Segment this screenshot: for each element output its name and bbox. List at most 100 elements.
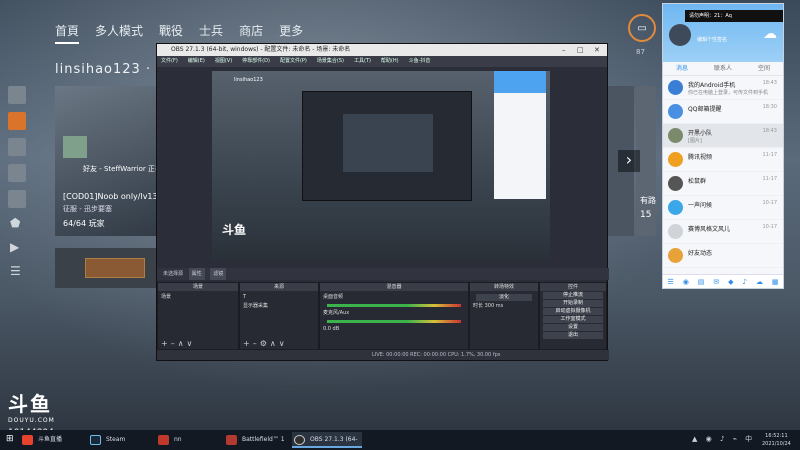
mic-audio-meter[interactable] [327, 320, 461, 323]
music-icon[interactable]: ♪ [743, 278, 747, 286]
list-item[interactable]: 一声问候 10-17 [663, 196, 783, 220]
studio-mode-button[interactable]: 工作室模式 [543, 316, 603, 323]
close-icon[interactable]: ✕ [594, 44, 600, 56]
start-icon[interactable]: ⊞ [6, 434, 14, 444]
taskbar-item-battlefield[interactable]: Battlefield™ 1 [224, 432, 290, 448]
scenes-dock-controls[interactable]: +–∧∨ [161, 339, 195, 348]
conversation-time: 11-17 [762, 176, 777, 182]
conversation-name: QQ邮箱提醒 [688, 106, 722, 113]
list-item[interactable]: 腾讯视频 11-17 [663, 148, 783, 172]
mail-icon[interactable]: ✉ [713, 278, 719, 286]
nav-store[interactable]: 商店 [239, 22, 263, 44]
carousel-next-icon[interactable]: › [618, 150, 640, 172]
scene-item[interactable]: 场景 [161, 293, 235, 302]
taskbar-item-obs[interactable]: OBS 27.1.3 (64-bit... [292, 432, 362, 448]
menu-tools[interactable]: 工具(T) [354, 56, 371, 67]
nav-more[interactable]: 更多 [279, 22, 303, 44]
menu-help[interactable]: 帮助(H) [381, 56, 399, 67]
ammo-icon[interactable]: ▭ [628, 14, 656, 42]
transitions-dock: 转场特效 淡化 时长 300 ms [469, 282, 539, 350]
contacts-icon[interactable]: ◉ [683, 278, 689, 286]
menu-file[interactable]: 文件(F) [161, 56, 178, 67]
conversation-name: 赛博风格文风儿 [688, 226, 731, 233]
sidebar-avatar-3[interactable] [8, 138, 26, 156]
qq-tooltip: 请勿声明：21：Aq [685, 10, 783, 22]
sidebar-avatar-2[interactable] [8, 112, 26, 130]
list-item[interactable]: 赛博风格文风儿 10-17 [663, 220, 783, 244]
menu-icon[interactable]: ☰ [667, 278, 673, 286]
server-players: 64/64 玩家 [63, 219, 105, 228]
qq-signature[interactable]: 编辑个性签名 [697, 36, 727, 43]
server-mode: 征服 - 迅步要塞 [63, 205, 112, 213]
game-icon[interactable]: ◆ [728, 278, 733, 286]
conversation-preview: 你已在电脑上登录，可传文件到手机 [688, 90, 769, 96]
sources-dock-controls[interactable]: +–⚙∧∨ [243, 339, 288, 348]
nav-soldier[interactable]: 士兵 [199, 22, 223, 44]
source-item-text[interactable]: T [243, 293, 315, 302]
duration-input[interactable]: 300 ms [485, 303, 504, 309]
list-item[interactable]: QQ邮箱提醒 18:30 [663, 100, 783, 124]
cloud-icon[interactable]: ☁ [756, 278, 763, 286]
taskbar-item-douyu[interactable]: 斗鱼直播 [20, 432, 86, 448]
start-recording-button[interactable]: 开始录制 [543, 300, 603, 307]
shield-icon[interactable]: ⬟ [10, 216, 26, 230]
app-icon[interactable]: ▦ [772, 278, 779, 286]
properties-button[interactable]: 属性 [188, 268, 205, 280]
transition-select[interactable]: 淡化 [476, 294, 532, 301]
menu-douyu[interactable]: 斗鱼-抖音 [409, 56, 431, 67]
exit-button[interactable]: 退出 [543, 332, 603, 339]
source-item-display[interactable]: 显示器采集 [243, 302, 315, 311]
list-item[interactable]: 开黑小队 [图片] 18:43 [663, 124, 783, 148]
obs-window[interactable]: OBS 27.1.3 (64-bit, windows) - 配置文件: 未命名… [156, 43, 609, 361]
list-item[interactable]: 松鼠群 11-17 [663, 172, 783, 196]
list-item[interactable]: 好友动态 [663, 244, 783, 268]
conversation-time: 10-17 [762, 200, 777, 206]
menu-scene-collection[interactable]: 场景集合(S) [317, 56, 344, 67]
maximize-icon[interactable]: □ [577, 44, 584, 56]
file-icon[interactable]: ▤ [698, 278, 705, 286]
mixer-mic-label: 麦克风/Aux [323, 310, 350, 316]
sidebar-avatar-4[interactable] [8, 164, 26, 182]
minimize-icon[interactable]: – [562, 44, 566, 56]
system-tray[interactable]: ▲ ◉ ♪ ⌁ 中 [692, 434, 755, 444]
nav-multiplayer[interactable]: 多人模式 [95, 22, 143, 44]
menu-edit[interactable]: 编辑(E) [188, 56, 205, 67]
play-icon[interactable]: ▶ [10, 240, 26, 254]
nav-home[interactable]: 首頁 [55, 22, 80, 44]
qq-window[interactable]: 请勿声明：21：Aq 编辑个性签名 ☁ 消息 联系人 空间 我的Android手… [662, 3, 784, 289]
menu-view[interactable]: 视图(V) [215, 56, 232, 67]
preview-username: linsihao123 [234, 77, 263, 83]
menu-docks[interactable]: 停靠部件(D) [242, 56, 270, 67]
qq-avatar[interactable] [669, 24, 691, 46]
filters-button[interactable]: 滤镜 [210, 268, 227, 280]
tab-contacts[interactable]: 联系人 [714, 62, 732, 75]
qq-tabs: 消息 联系人 空间 [663, 62, 783, 76]
list-item[interactable]: 我的Android手机 你已在电脑上登录，可传文件到手机 18:43 [663, 76, 783, 100]
taskbar-clock[interactable]: 16:52:11 2021/10/24 [762, 432, 791, 448]
nav-campaign[interactable]: 戰役 [159, 22, 183, 44]
conversation-time: 11-17 [762, 152, 777, 158]
douyu-logo-text: DOUYU.COM [8, 417, 55, 424]
obs-titlebar[interactable]: OBS 27.1.3 (64-bit, windows) - 配置文件: 未命名… [157, 44, 607, 56]
weather-cloud-icon[interactable]: ☁ [763, 26, 777, 42]
desktop-audio-meter[interactable] [327, 304, 461, 307]
conversation-time: 18:43 [762, 128, 777, 134]
tab-messages[interactable]: 消息 [676, 62, 688, 75]
taskbar-item-steam[interactable]: Steam [88, 432, 154, 448]
qq-conversation-list: 我的Android手机 你已在电脑上登录，可传文件到手机 18:43 QQ邮箱提… [663, 76, 783, 268]
tab-qzone[interactable]: 空间 [758, 62, 770, 75]
list-icon[interactable]: ☰ [10, 264, 26, 278]
taskbar-label: nn [174, 436, 182, 443]
obs-preview[interactable]: linsihao123 斗鱼 [212, 71, 550, 261]
settings-button[interactable]: 设置 [543, 324, 603, 331]
scenes-dock: 场景 场景 +–∧∨ [157, 282, 239, 350]
avatar [668, 224, 683, 239]
conversation-time: 18:43 [762, 80, 777, 86]
sidebar-avatar-1[interactable] [8, 86, 26, 104]
mixer-db-value: 0.0 dB [323, 326, 340, 332]
sidebar-avatar-5[interactable] [8, 190, 26, 208]
virtual-camera-button[interactable]: 启动虚拟摄像机 [543, 308, 603, 315]
taskbar-item-nn[interactable]: nn [156, 432, 222, 448]
menu-profile[interactable]: 配置文件(P) [280, 56, 307, 67]
stop-streaming-button[interactable]: 停止推流 [543, 292, 603, 299]
